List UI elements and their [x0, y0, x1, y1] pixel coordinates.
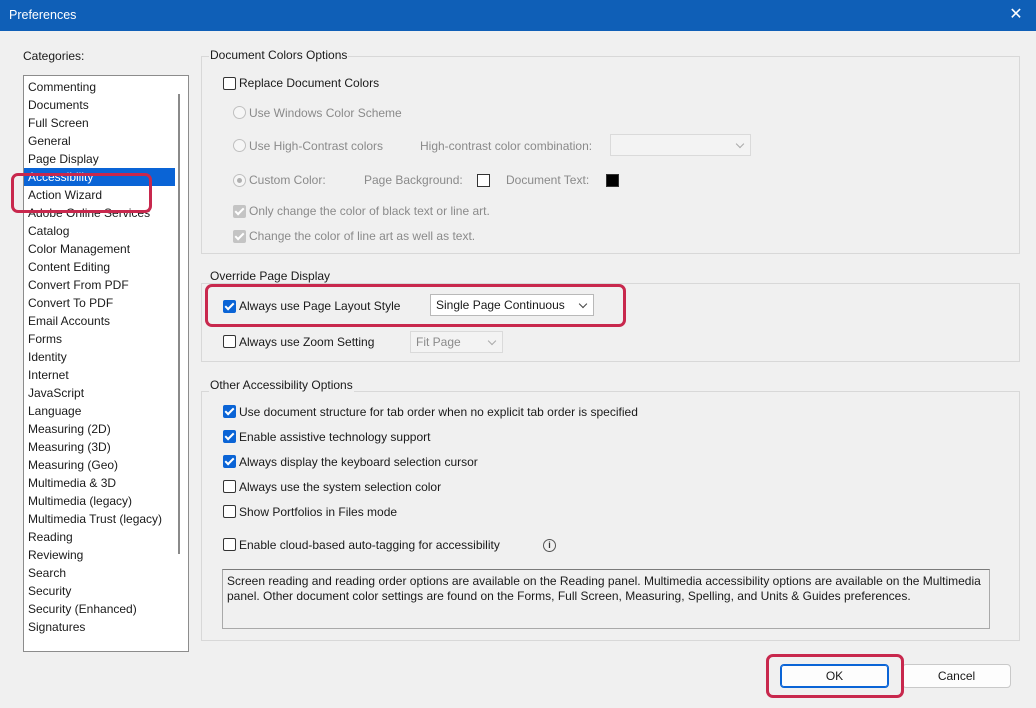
- category-item[interactable]: Convert From PDF: [24, 276, 175, 294]
- system-color-label: Always use the system selection color: [239, 480, 442, 494]
- layout-style-checkbox[interactable]: [223, 300, 236, 313]
- chevron-down-icon: [578, 299, 588, 309]
- category-item[interactable]: Multimedia Trust (legacy): [24, 510, 175, 528]
- category-item[interactable]: Search: [24, 564, 175, 582]
- cancel-button[interactable]: Cancel: [902, 664, 1011, 688]
- ok-button[interactable]: OK: [780, 664, 889, 688]
- categories-label: Categories:: [23, 49, 85, 63]
- categories-list[interactable]: Commenting Documents Full Screen General Pag…: [23, 75, 189, 652]
- category-item[interactable]: Action Wizard: [24, 186, 175, 204]
- close-icon[interactable]: ✕: [996, 0, 1036, 31]
- override-display-title: Override Page Display: [209, 269, 332, 283]
- category-item[interactable]: Internet: [24, 366, 175, 384]
- cloud-tagging-checkbox[interactable]: [223, 538, 236, 551]
- zoom-setting-checkbox[interactable]: [223, 335, 236, 348]
- category-item[interactable]: Multimedia (legacy): [24, 492, 175, 510]
- custom-color-radio[interactable]: [233, 174, 246, 187]
- page-background-label: Page Background:: [364, 173, 463, 187]
- category-item[interactable]: Content Editing: [24, 258, 175, 276]
- category-item[interactable]: JavaScript: [24, 384, 175, 402]
- hc-combination-select[interactable]: [610, 134, 751, 156]
- info-textbox: Screen reading and reading order options…: [222, 569, 990, 629]
- assistive-tech-label: Enable assistive technology support: [239, 430, 431, 444]
- keyboard-cursor-label: Always display the keyboard selection cu…: [239, 455, 478, 469]
- scrollbar-thumb[interactable]: [178, 94, 180, 554]
- category-item[interactable]: Page Display: [24, 150, 175, 168]
- replace-colors-label: Replace Document Colors: [239, 76, 380, 90]
- category-item[interactable]: Language: [24, 402, 175, 420]
- category-item[interactable]: Reading: [24, 528, 175, 546]
- chevron-down-icon: [735, 139, 745, 149]
- layout-style-value: Single Page Continuous: [436, 298, 565, 312]
- category-item[interactable]: Signatures: [24, 618, 175, 636]
- tab-order-label: Use document structure for tab order whe…: [239, 405, 638, 419]
- title-bar: Preferences ✕: [0, 0, 1036, 31]
- only-black-label: Only change the color of black text or l…: [249, 204, 490, 218]
- zoom-setting-label: Always use Zoom Setting: [239, 335, 375, 349]
- chevron-down-icon: [487, 336, 497, 346]
- replace-colors-checkbox[interactable]: [223, 77, 236, 90]
- portfolios-checkbox[interactable]: [223, 505, 236, 518]
- category-item[interactable]: Measuring (3D): [24, 438, 175, 456]
- category-item[interactable]: Security (Enhanced): [24, 600, 175, 618]
- assistive-tech-checkbox[interactable]: [223, 430, 236, 443]
- only-black-checkbox[interactable]: [233, 205, 246, 218]
- document-text-swatch[interactable]: [606, 174, 619, 187]
- category-item[interactable]: Email Accounts: [24, 312, 175, 330]
- high-contrast-label: Use High-Contrast colors: [249, 139, 384, 153]
- category-item[interactable]: Security: [24, 582, 175, 600]
- categories-scrollbar[interactable]: [172, 76, 188, 651]
- category-item[interactable]: Multimedia & 3D: [24, 474, 175, 492]
- custom-color-label: Custom Color:: [249, 173, 326, 187]
- layout-style-label: Always use Page Layout Style: [239, 299, 401, 313]
- line-art-checkbox[interactable]: [233, 230, 246, 243]
- category-item[interactable]: Full Screen: [24, 114, 175, 132]
- category-item[interactable]: Catalog: [24, 222, 175, 240]
- category-item[interactable]: Identity: [24, 348, 175, 366]
- hc-combination-label: High-contrast color combination:: [420, 139, 593, 153]
- category-item[interactable]: Documents: [24, 96, 175, 114]
- zoom-setting-select[interactable]: Fit Page: [410, 331, 503, 353]
- other-options-title: Other Accessibility Options: [209, 378, 354, 392]
- windows-scheme-label: Use Windows Color Scheme: [249, 106, 402, 120]
- category-item[interactable]: Commenting: [24, 78, 175, 96]
- category-item[interactable]: Measuring (2D): [24, 420, 175, 438]
- category-item[interactable]: Accessibility: [24, 168, 175, 186]
- tab-order-checkbox[interactable]: [223, 405, 236, 418]
- layout-style-select[interactable]: Single Page Continuous: [430, 294, 594, 316]
- override-display-group: [201, 283, 1020, 362]
- document-colors-title: Document Colors Options: [209, 48, 349, 62]
- windows-scheme-radio[interactable]: [233, 106, 246, 119]
- cloud-tagging-label: Enable cloud-based auto-tagging for acce…: [239, 538, 500, 552]
- page-background-swatch[interactable]: [477, 174, 490, 187]
- zoom-setting-value: Fit Page: [416, 335, 461, 349]
- category-item[interactable]: Forms: [24, 330, 175, 348]
- category-item[interactable]: General: [24, 132, 175, 150]
- portfolios-label: Show Portfolios in Files mode: [239, 505, 398, 519]
- category-item[interactable]: Measuring (Geo): [24, 456, 175, 474]
- line-art-label: Change the color of line art as well as …: [249, 229, 476, 243]
- category-item[interactable]: Reviewing: [24, 546, 175, 564]
- window-title: Preferences: [9, 8, 77, 22]
- category-item[interactable]: Adobe Online Services: [24, 204, 175, 222]
- category-item[interactable]: Convert To PDF: [24, 294, 175, 312]
- keyboard-cursor-checkbox[interactable]: [223, 455, 236, 468]
- high-contrast-radio[interactable]: [233, 139, 246, 152]
- info-icon[interactable]: i: [543, 539, 556, 552]
- dialog-body: Categories: Commenting Documents Full Scre…: [0, 31, 1036, 708]
- system-color-checkbox[interactable]: [223, 480, 236, 493]
- document-text-label: Document Text:: [506, 173, 590, 187]
- category-item[interactable]: Color Management: [24, 240, 175, 258]
